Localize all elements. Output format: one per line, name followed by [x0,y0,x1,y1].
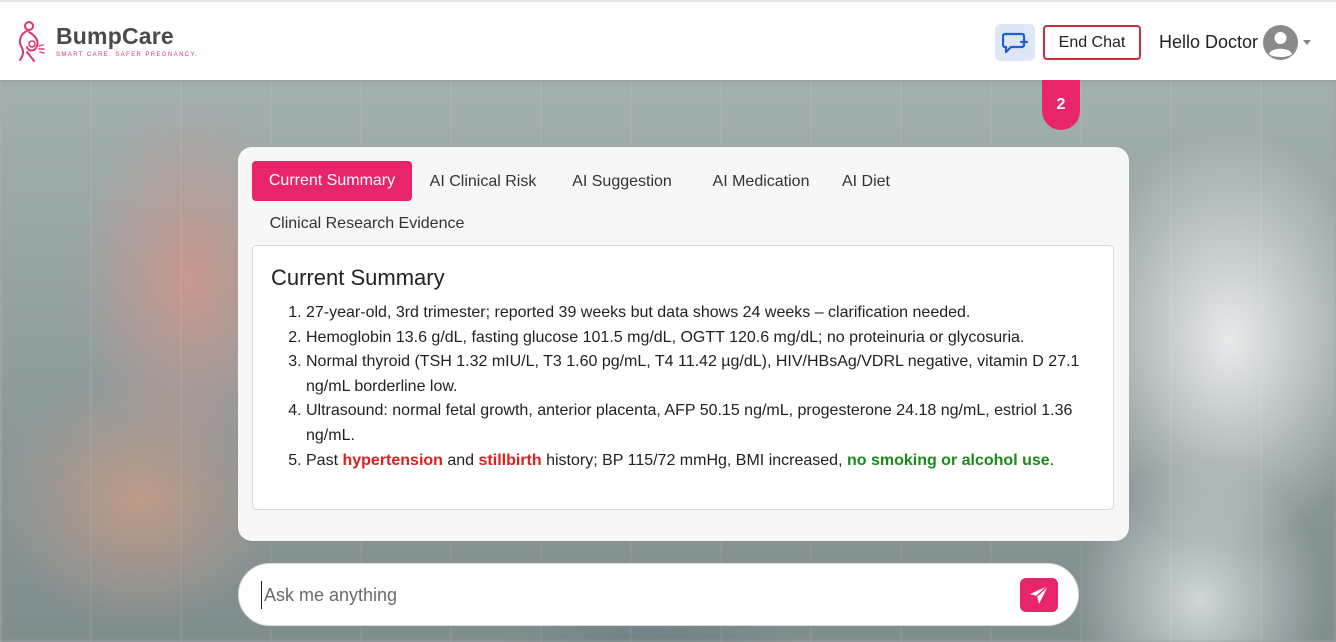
pregnant-mother-logo-icon [18,21,45,62]
summary-item: Normal thyroid (TSH 1.32 mIU/L, T3 1.60 … [306,350,1096,399]
risk-highlight-hypertension: hypertension [342,451,443,469]
brand-tagline: SMART CARE. SAFER PREGNANCY. [56,52,199,58]
brand-name: BumpCare [56,23,174,49]
tab-ai-medication[interactable]: AI Medication [696,162,826,202]
safe-highlight-lifestyle: no smoking or alcohol use [846,451,1050,469]
chat-input[interactable] [261,581,1001,609]
summary-panel: Current Summary AI Clinical Risk AI Sugg… [238,147,1129,541]
summary-list: 27-year-old, 3rd trimester; reported 39 … [306,301,1096,473]
summary-title: Current Summary [271,265,445,290]
summary-item: Hemoglobin 13.6 g/dL, fasting glucose 10… [306,326,1096,351]
summary-text: . [1049,451,1055,469]
user-avatar-icon[interactable] [1263,25,1298,60]
summary-content-card: Current Summary 27-year-old, 3rd trimest… [252,245,1114,510]
tab-ai-diet[interactable]: AI Diet [836,162,896,202]
paper-plane-icon [1030,585,1049,604]
tab-ai-suggestion[interactable]: AI Suggestion [560,162,684,202]
tab-ai-clinical-risk[interactable]: AI Clinical Risk [418,162,548,202]
tab-clinical-research-evidence[interactable]: Clinical Research Evidence [258,204,476,244]
summary-text: Past [306,451,343,469]
send-button[interactable] [1020,578,1058,612]
summary-item: Ultrasound: normal fetal growth, anterio… [306,399,1096,448]
chat-input-bar [238,563,1079,626]
tab-current-summary[interactable]: Current Summary [252,161,412,201]
summary-item: 27-year-old, 3rd trimester; reported 39 … [306,301,1096,326]
summary-text: and [442,451,479,469]
summary-item: Past hypertension and stillbirth history… [306,449,1096,474]
risk-highlight-stillbirth: stillbirth [478,451,542,469]
end-chat-button[interactable]: End Chat [1043,25,1141,60]
summary-text: history; BP 115/72 mmHg, BMI increased, [541,451,847,469]
brand-logo[interactable]: BumpCare SMART CARE. SAFER PREGNANCY. [14,20,198,62]
top-header: BumpCare SMART CARE. SAFER PREGNANCY. En… [0,0,1336,80]
caret-down-icon[interactable] [1303,40,1311,45]
chat-plus-icon [1002,32,1028,53]
new-chat-button[interactable] [995,24,1035,61]
user-greeting[interactable]: Hello Doctor [1159,32,1258,53]
notification-badge[interactable]: 2 [1042,80,1080,130]
